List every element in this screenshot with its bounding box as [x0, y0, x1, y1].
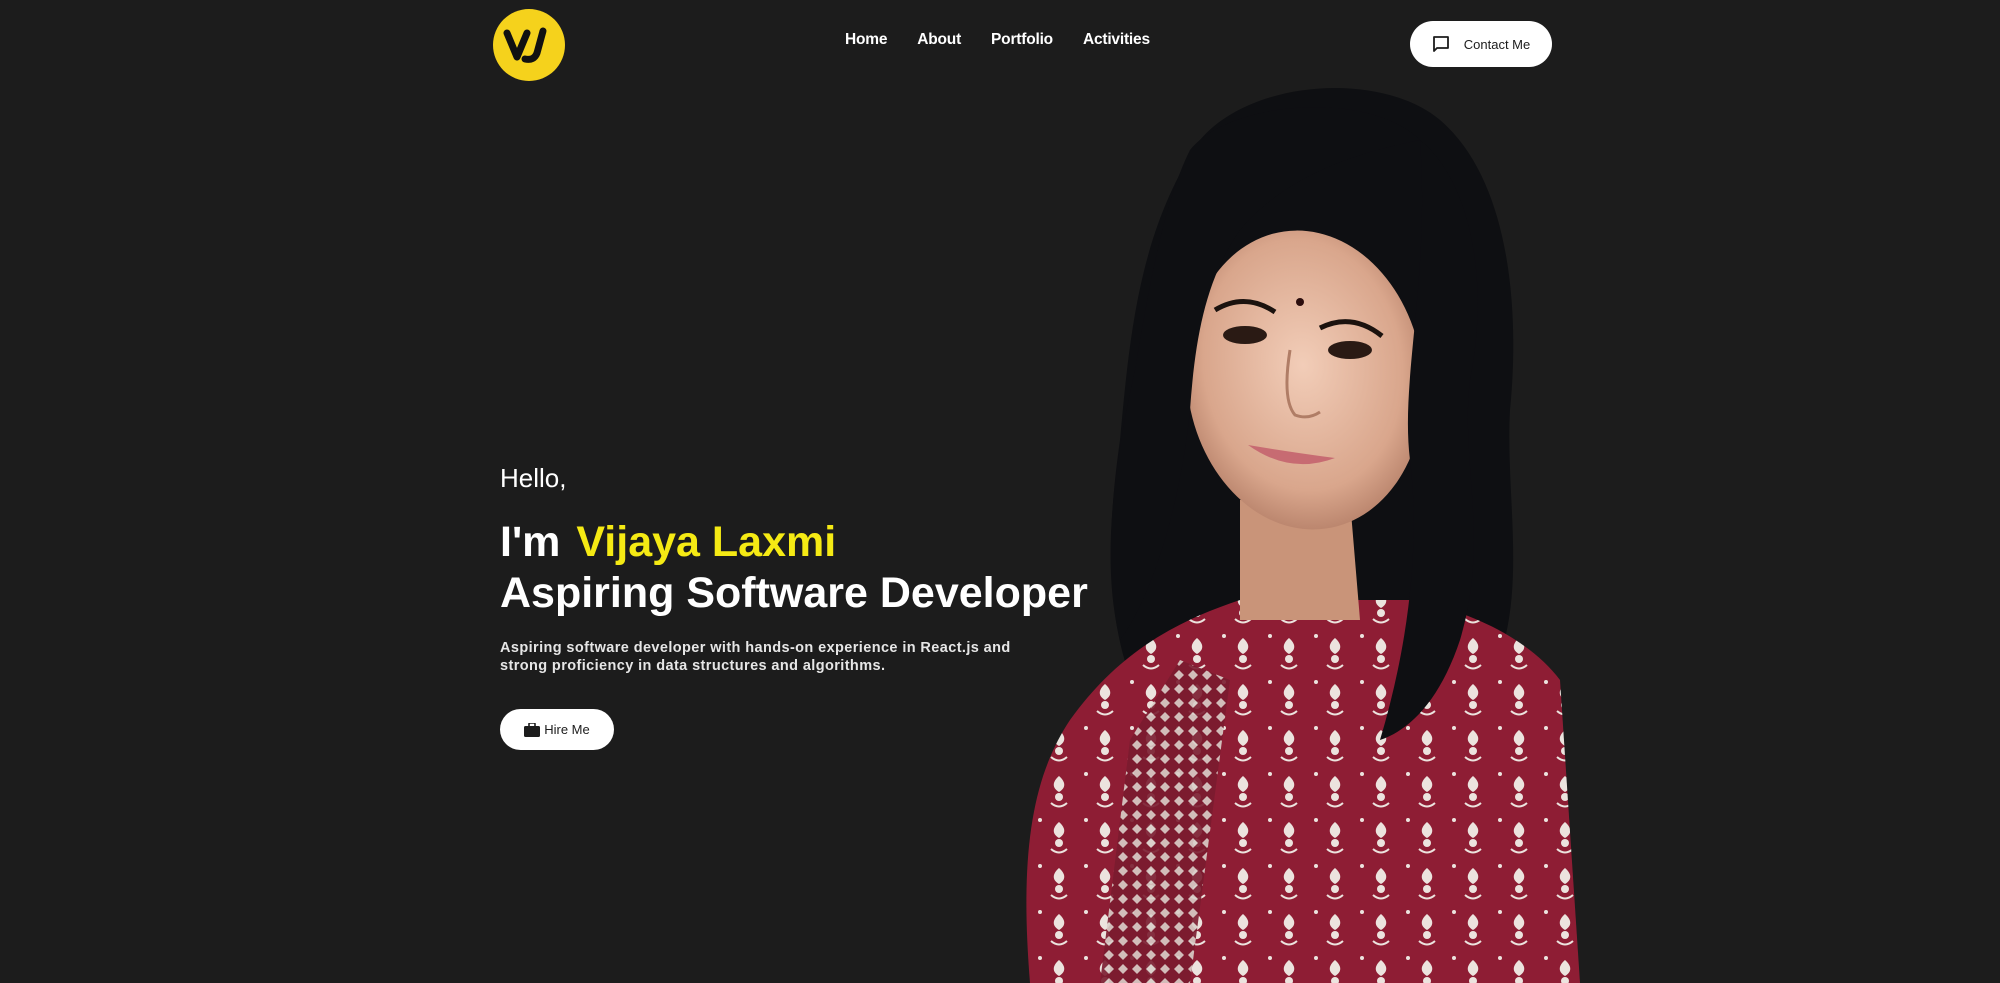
- contact-me-label: Contact Me: [1463, 36, 1531, 52]
- hero-name: Vijaya Laxmi: [576, 518, 837, 566]
- hire-me-label: Hire Me: [544, 722, 590, 737]
- hero-section: Hello, I'm Vijaya Laxmi Aspiring Software…: [500, 462, 1200, 750]
- portfolio-page: Home About Portfolio Activities Contact …: [0, 0, 2000, 983]
- nav-activities[interactable]: Activities: [1083, 31, 1150, 49]
- nav-home[interactable]: Home: [845, 31, 887, 49]
- intro-text: I'm: [500, 518, 561, 566]
- nav-portfolio[interactable]: Portfolio: [991, 31, 1053, 49]
- bio-line-1: Aspiring software developer with hands-o…: [500, 640, 1011, 656]
- vj-logo-icon: [503, 27, 547, 63]
- hero-role: Aspiring Software Developer: [500, 569, 1088, 617]
- main-nav: Home About Portfolio Activities: [845, 31, 1150, 49]
- briefcase-icon: [524, 722, 541, 737]
- chat-icon: [1432, 36, 1449, 52]
- hero-headline: I'm Vijaya Laxmi Aspiring Software Develo…: [500, 517, 1200, 619]
- hire-me-button[interactable]: Hire Me: [500, 709, 614, 750]
- intro-line: I'm Vijaya Laxmi: [500, 517, 1200, 568]
- logo[interactable]: [493, 9, 565, 81]
- bio-line-2: strong proficiency in data structures an…: [500, 658, 886, 674]
- greeting-text: Hello,: [500, 463, 567, 493]
- hero-bio: Aspiring software developer with hands-o…: [500, 639, 1060, 675]
- contact-me-button[interactable]: Contact Me: [1410, 21, 1552, 67]
- nav-about[interactable]: About: [917, 31, 961, 49]
